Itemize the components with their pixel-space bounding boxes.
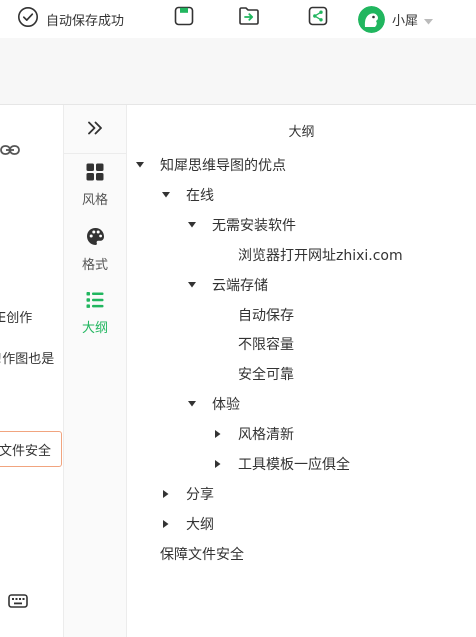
outline-title: 大纲: [288, 125, 315, 140]
side-panel-tabs: 风格 格式 大纲: [63, 105, 127, 637]
outline-list-icon: [86, 291, 104, 313]
top-bar: 自动保存成功 小犀: [0, 0, 476, 38]
outline-item[interactable]: 知犀思维导图的优点: [134, 155, 286, 175]
outline-item[interactable]: 大纲: [160, 514, 214, 534]
outline-item-text: 在线: [186, 188, 214, 204]
link-icon[interactable]: [0, 142, 20, 161]
outline-item-text: 自动保存: [238, 308, 294, 324]
caret-down-icon[interactable]: [160, 189, 172, 201]
tab-outline-label: 大纲: [81, 321, 108, 336]
tab-format[interactable]: 格式: [64, 227, 126, 277]
caret-right-icon[interactable]: [212, 428, 224, 440]
outline-item[interactable]: 体验: [186, 394, 240, 414]
mindmap-node-selected-label[interactable]: 文件安全: [0, 440, 51, 459]
caret-down-icon: [424, 10, 434, 29]
outline-item-text: 浏览器打开网址zhixi.com: [238, 248, 403, 264]
export-button[interactable]: [238, 7, 260, 29]
save-status: 自动保存成功: [17, 6, 125, 32]
tab-style[interactable]: 风格: [64, 163, 126, 213]
save-button[interactable]: [173, 6, 195, 30]
user-avatar: [358, 5, 385, 33]
collapse-panel-button[interactable]: [64, 105, 126, 154]
outline-item[interactable]: 安全可靠: [238, 364, 294, 384]
outline-item-text: 知犀思维导图的优点: [160, 158, 286, 174]
tab-style-label: 风格: [81, 193, 108, 208]
outline-item-text: 工具模板一应俱全: [238, 457, 350, 473]
outline-item-text: 大纲: [186, 517, 214, 533]
outline-item-text: 不限容量: [238, 337, 294, 353]
outline-item[interactable]: 保障文件安全: [160, 544, 244, 564]
outline-item-text: 云端存储: [212, 278, 268, 294]
mindmap-canvas[interactable]: E创作 !作图也是 文件安全: [0, 105, 63, 637]
outline-item-text: 安全可靠: [238, 367, 294, 383]
outline-item-text: 体验: [212, 397, 240, 413]
share-icon: [308, 6, 328, 30]
outline-item[interactable]: 自动保存: [238, 305, 294, 325]
outline-item-text: 分享: [186, 487, 214, 503]
caret-right-icon[interactable]: [160, 488, 172, 500]
keyboard-icon[interactable]: [8, 593, 28, 613]
caret-down-icon[interactable]: [186, 219, 198, 231]
outline-item-text: 无需安装软件: [212, 218, 296, 234]
save-status-text: 自动保存成功: [46, 13, 125, 29]
export-icon: [238, 6, 260, 30]
user-name: 小犀: [392, 13, 419, 29]
caret-down-icon[interactable]: [134, 159, 146, 171]
outline-item[interactable]: 不限容量: [238, 334, 294, 354]
outline-item[interactable]: 浏览器打开网址zhixi.com: [238, 245, 403, 265]
outline-item-text: 风格清新: [238, 427, 294, 443]
user-menu[interactable]: 小犀: [358, 5, 434, 33]
caret-down-icon[interactable]: [186, 279, 198, 291]
caret-right-icon[interactable]: [160, 518, 172, 530]
outline-item-text: 保障文件安全: [160, 547, 244, 563]
mindmap-node[interactable]: E创作: [0, 307, 32, 326]
tab-outline[interactable]: 大纲: [64, 291, 126, 341]
outline-item[interactable]: 无需安装软件: [186, 215, 296, 235]
share-button[interactable]: [307, 6, 329, 30]
editor-toolbar: [0, 38, 476, 105]
double-chevron-right-icon: [87, 120, 103, 139]
outline-item[interactable]: 风格清新: [212, 424, 294, 444]
caret-right-icon[interactable]: [212, 458, 224, 470]
outline-item[interactable]: 在线: [160, 185, 214, 205]
outline-panel: 大纲 知犀思维导图的优点在线无需安装软件浏览器打开网址zhixi.com 云端存储…: [127, 105, 476, 637]
check-circle-icon: [17, 6, 39, 32]
tab-format-label: 格式: [81, 258, 108, 273]
palette-icon: [86, 227, 105, 250]
outline-item[interactable]: 分享: [160, 484, 214, 504]
caret-down-icon[interactable]: [186, 398, 198, 410]
mindmap-node[interactable]: !作图也是: [0, 348, 54, 367]
save-icon: [174, 6, 194, 30]
outline-item[interactable]: 工具模板一应俱全: [212, 454, 350, 474]
grid-icon: [86, 163, 104, 185]
outline-item[interactable]: 云端存储: [186, 275, 268, 295]
